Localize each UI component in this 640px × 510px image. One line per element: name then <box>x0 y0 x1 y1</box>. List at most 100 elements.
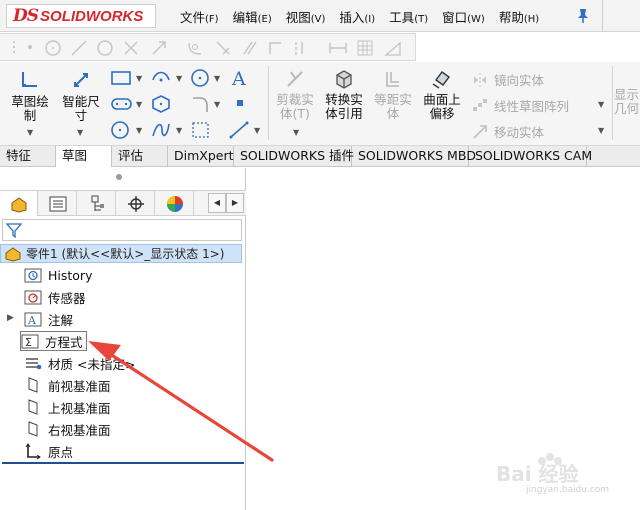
linear-pattern-caret[interactable]: ▼ <box>598 100 604 109</box>
spline-icon[interactable] <box>150 120 172 140</box>
tab-solidworks-addins[interactable]: SOLIDWORKS 插件 <box>234 146 354 167</box>
menu-insert[interactable]: 插入(I) <box>339 7 375 26</box>
menu-edit[interactable]: 编辑(E) <box>233 7 272 26</box>
tree-item-history[interactable]: History <box>24 265 92 285</box>
expand-arrow-icon[interactable]: ▶ <box>7 313 14 323</box>
circle-caret[interactable]: ▼ <box>214 74 220 83</box>
part-tree-root[interactable]: 零件1 (默认<<默认>_显示状态 1>) <box>0 244 242 263</box>
fillet-tool-icon[interactable] <box>190 94 212 114</box>
tab-solidworks-mbd[interactable]: SOLIDWORKS MBD <box>352 146 476 167</box>
offset-entities-button[interactable]: 等距实 体 <box>370 68 416 121</box>
spline-caret[interactable]: ▼ <box>176 126 182 135</box>
svg-text:A: A <box>231 68 246 89</box>
tree-item-annotations[interactable]: A 注解 <box>24 309 73 329</box>
tree-item-sensors[interactable]: 传感器 <box>24 287 86 307</box>
circle-icon[interactable] <box>44 39 62 57</box>
tree-filter-box[interactable] <box>2 219 242 241</box>
parallel-icon[interactable] <box>240 39 258 57</box>
manager-tabs: ◀ ▶ <box>0 190 246 216</box>
convert-entities-button[interactable]: 转换实 体引用 <box>320 68 368 121</box>
tab-dimxpert[interactable]: DimXpert <box>168 146 234 167</box>
trim-caret[interactable]: ▼ <box>293 128 299 137</box>
offset-entities-icon <box>386 72 399 87</box>
tab-sketch[interactable]: 草图 <box>56 146 112 167</box>
propertymanager-tab[interactable] <box>39 191 77 216</box>
grid-icon[interactable] <box>356 39 374 57</box>
solidworks-logo[interactable]: DS SOLIDWORKS <box>6 4 156 28</box>
tab-evaluate[interactable]: 评估 <box>112 146 168 167</box>
rectangle-caret[interactable]: ▼ <box>136 74 142 83</box>
configurationmanager-tab[interactable] <box>78 191 116 216</box>
displaymanager-tab[interactable] <box>156 191 194 216</box>
offset-on-surface-button[interactable]: 曲面上 偏移 <box>418 68 466 121</box>
featuremanager-tab[interactable] <box>0 191 38 216</box>
centerline-icon[interactable] <box>292 39 310 57</box>
menu-tools[interactable]: 工具(T) <box>389 7 428 26</box>
extend-icon[interactable] <box>150 39 168 57</box>
arc-icon[interactable] <box>150 68 174 88</box>
fillet-icon[interactable] <box>186 39 204 57</box>
sketch-dropdown-caret[interactable]: ▼ <box>27 128 33 137</box>
text-tool-icon[interactable]: A <box>230 67 250 89</box>
tree-item-top-plane[interactable]: 上视基准面 <box>24 397 111 417</box>
move-entities-button[interactable]: 移动实体 <box>472 122 544 141</box>
ribbon-separator-2 <box>612 66 613 140</box>
tree-item-front-plane[interactable]: 前视基准面 <box>24 375 111 395</box>
point-icon[interactable] <box>22 39 38 55</box>
trim-x-icon[interactable] <box>122 39 140 57</box>
ellipse-caret[interactable]: ▼ <box>136 126 142 135</box>
mirror-entities-button[interactable]: 镜向实体 <box>472 70 544 89</box>
tree-item-right-plane[interactable]: 右视基准面 <box>24 419 111 439</box>
point-tool-icon[interactable] <box>234 97 246 109</box>
tree-item-equations[interactable]: Σ 方程式 <box>20 331 87 351</box>
dimension-icon[interactable] <box>328 39 348 57</box>
origin-icon <box>25 443 41 460</box>
right-plane-label: 右视基准面 <box>48 422 111 438</box>
rectangle-icon[interactable] <box>110 68 134 88</box>
line-tool-icon[interactable] <box>228 120 250 140</box>
display-relations-button[interactable]: 显示 几何 <box>614 88 640 116</box>
rollback-bar[interactable] <box>2 462 244 464</box>
sensors-label: 传感器 <box>48 290 86 306</box>
svg-text:A: A <box>27 314 37 327</box>
history-label: History <box>48 267 93 283</box>
tree-item-material[interactable]: 材质 <未指定> <box>24 353 135 373</box>
polygon-icon[interactable] <box>150 94 172 114</box>
circle-tool-icon[interactable] <box>190 68 212 88</box>
trim-entities-button[interactable]: 剪裁实 体(T) <box>272 68 318 121</box>
part-root-label: 零件1 (默认<<默认>_显示状态 1>) <box>26 247 225 261</box>
dimxpertmanager-tab[interactable] <box>117 191 155 216</box>
sketch-button[interactable]: 草图绘 制 <box>4 68 56 123</box>
menu-window[interactable]: 窗口(W) <box>442 7 485 26</box>
arc-caret[interactable]: ▼ <box>176 74 182 83</box>
tab-solidworks-cam[interactable]: SOLIDWORKS CAM <box>469 146 592 167</box>
angle-icon[interactable] <box>214 39 232 57</box>
construction-geometry-icon[interactable] <box>190 120 212 140</box>
linear-pattern-icon <box>473 98 487 111</box>
smart-dim-dropdown-caret[interactable]: ▼ <box>77 128 83 137</box>
menu-file[interactable]: 文件(F) <box>180 7 219 26</box>
logo-text: SOLIDWORKS <box>40 7 144 25</box>
scroll-left-icon[interactable]: ◀ <box>208 193 226 213</box>
line-icon[interactable] <box>70 39 88 57</box>
slot-icon[interactable] <box>110 94 134 114</box>
scroll-right-icon[interactable]: ▶ <box>226 193 244 213</box>
ellipse-icon[interactable] <box>110 120 132 140</box>
corner-icon[interactable] <box>266 39 284 57</box>
front-plane-label: 前视基准面 <box>48 378 111 394</box>
slot-caret[interactable]: ▼ <box>136 100 142 109</box>
smart-dimension-button[interactable]: 智能尺 寸 <box>56 68 106 123</box>
menu-help[interactable]: 帮助(H) <box>499 7 539 26</box>
origin-label: 原点 <box>48 444 74 460</box>
triangle-angle-icon[interactable] <box>384 39 402 57</box>
tree-item-origin[interactable]: 原点 <box>24 441 73 461</box>
tab-features[interactable]: 特征 <box>0 146 56 167</box>
pane-grip[interactable] <box>116 174 122 180</box>
pin-icon[interactable] <box>576 8 590 24</box>
menu-view[interactable]: 视图(V) <box>286 7 326 26</box>
linear-pattern-button[interactable]: 线性草图阵列 <box>472 96 569 115</box>
fillet-caret[interactable]: ▼ <box>214 100 220 109</box>
move-caret[interactable]: ▼ <box>598 126 604 135</box>
line-caret[interactable]: ▼ <box>254 126 260 135</box>
circle-outline-icon[interactable] <box>96 39 114 57</box>
